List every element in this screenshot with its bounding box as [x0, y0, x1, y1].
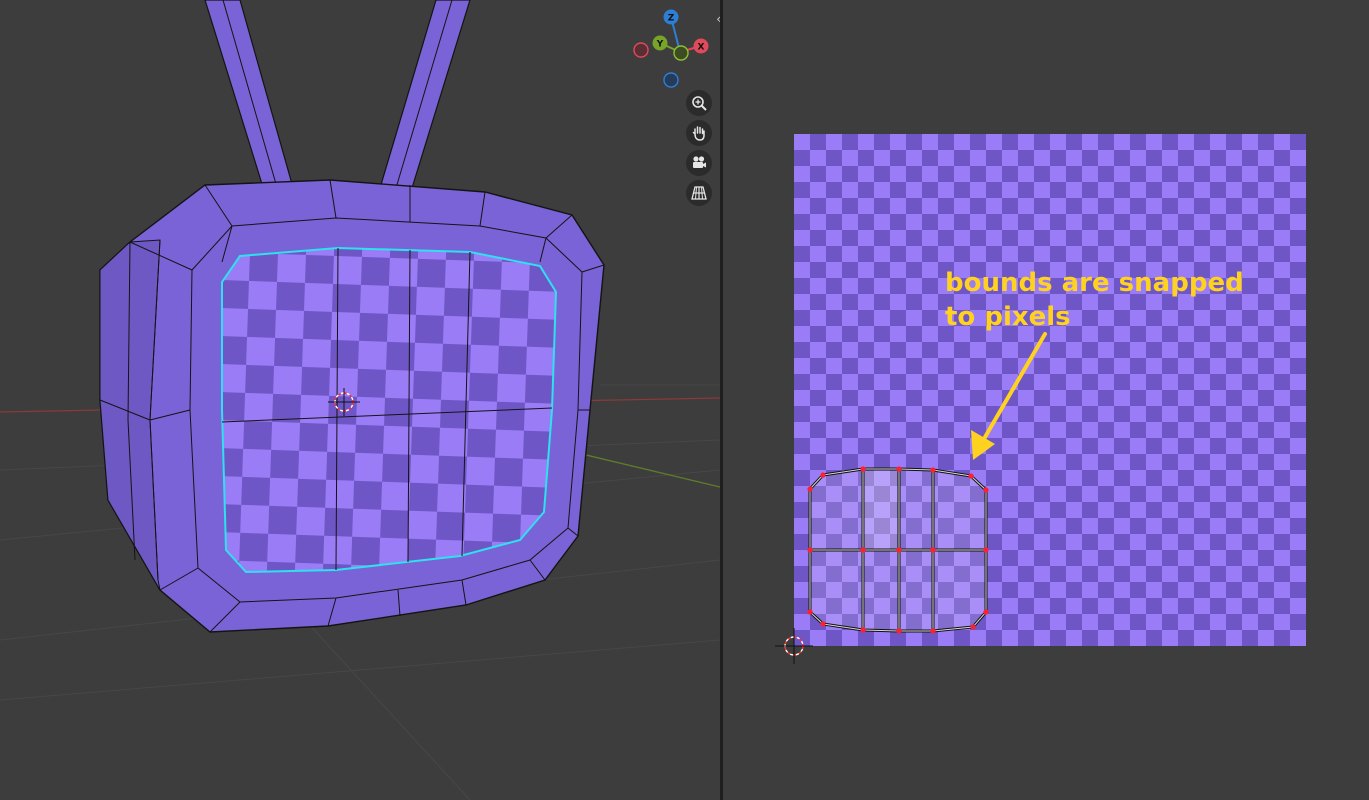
gizmo-z-label: Z — [668, 14, 675, 24]
camera-view-button[interactable] — [686, 150, 712, 176]
gizmo-x-label: X — [698, 43, 705, 53]
uv-canvas[interactable] — [723, 0, 1369, 800]
ortho-toggle-button[interactable] — [686, 180, 712, 206]
camera-icon — [693, 156, 706, 168]
orientation-gizmo[interactable]: Z Y X — [633, 9, 709, 88]
annotation-line-1: bounds are snapped — [945, 268, 1244, 298]
antenna-left — [204, 0, 293, 185]
area-split-toggle[interactable]: ‹› — [712, 10, 720, 28]
tv-mesh[interactable] — [99, 179, 605, 633]
antenna-right — [379, 0, 471, 189]
annotation-text: bounds are snapped to pixels — [945, 266, 1245, 334]
uv-island[interactable] — [807, 466, 989, 634]
hand-icon — [692, 126, 705, 141]
gizmo-neg-y — [673, 45, 689, 61]
grid-icon — [691, 186, 707, 200]
pan-button[interactable] — [686, 120, 712, 146]
zoom-button[interactable] — [686, 90, 712, 116]
gizmo-y-label: Y — [656, 40, 664, 50]
gizmo-neg-z — [663, 72, 679, 88]
3d-viewport[interactable]: Z Y X ‹› — [0, 0, 720, 800]
gizmo-neg-x — [633, 42, 649, 58]
viewport-canvas[interactable]: Z Y X — [0, 0, 720, 800]
uv-editor[interactable]: bounds are snapped to pixels — [723, 0, 1369, 800]
annotation-line-2: to pixels — [945, 302, 1071, 332]
magnifier-plus-icon — [692, 96, 707, 111]
